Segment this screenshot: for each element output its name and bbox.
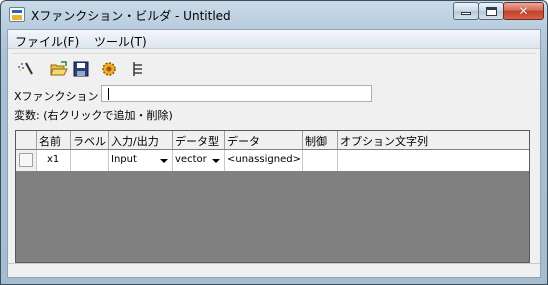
maximize-icon <box>485 6 497 16</box>
menu-file[interactable]: ファイル(F) <box>15 33 79 50</box>
cell-datatype-value: vector <box>175 154 207 165</box>
dropdown-arrow-icon[interactable] <box>212 159 220 163</box>
save-icon <box>73 61 89 77</box>
compile-gear-icon <box>102 62 116 76</box>
app-window: Xファンクション・ビルダ - Untitled ✕ ファイル(F) ツール(T) <box>0 0 548 285</box>
column-header-label[interactable]: ラベル <box>71 131 109 149</box>
column-header-datatype[interactable]: データ型 <box>173 131 225 149</box>
grid-corner[interactable] <box>16 131 37 149</box>
column-header-option-string[interactable]: オプション文字列 <box>338 131 529 149</box>
column-header-data[interactable]: データ <box>225 131 303 149</box>
row-header[interactable] <box>16 150 37 171</box>
status-bar <box>8 263 540 277</box>
xfunction-label: Xファンクション <box>14 90 99 103</box>
new-button[interactable] <box>16 60 34 78</box>
column-header-io[interactable]: 入力/出力 <box>109 131 173 149</box>
new-icon <box>18 62 33 75</box>
menu-bar: ファイル(F) ツール(T) <box>8 30 540 49</box>
cell-label[interactable] <box>71 150 109 171</box>
dropdown-arrow-icon[interactable] <box>160 159 168 163</box>
open-folder-icon <box>50 61 68 76</box>
variables-grid[interactable]: 名前 ラベル 入力/出力 データ型 データ 制御 オプション文字列 x1 Inp… <box>15 130 530 263</box>
minimize-icon <box>461 12 471 15</box>
tree-view-button[interactable] <box>130 60 148 78</box>
save-button[interactable] <box>72 60 90 78</box>
variables-label: 変数: (右クリックで追加・削除) <box>14 109 173 122</box>
grid-header: 名前 ラベル 入力/出力 データ型 データ 制御 オプション文字列 <box>16 131 529 149</box>
cell-option-string[interactable] <box>338 150 529 171</box>
toolbar <box>8 53 540 81</box>
cell-control[interactable] <box>303 150 338 171</box>
cell-data[interactable]: <unassigned> <box>225 150 303 171</box>
compile-button[interactable] <box>100 60 118 78</box>
title-bar[interactable]: Xファンクション・ビルダ - Untitled ✕ <box>1 1 547 29</box>
column-header-name[interactable]: 名前 <box>37 131 71 149</box>
table-row[interactable]: x1 Input vector <unassigned> <box>16 150 529 171</box>
close-button[interactable]: ✕ <box>503 2 544 20</box>
toolbar-divider <box>12 53 536 54</box>
client-area: ファイル(F) ツール(T) Xファンクション 変数: (右クリックで追加・削除… <box>7 29 541 278</box>
window-title: Xファンクション・ビルダ - Untitled <box>31 9 231 23</box>
menu-tools[interactable]: ツール(T) <box>94 33 147 50</box>
maximize-button[interactable] <box>478 2 504 20</box>
column-header-control[interactable]: 制御 <box>303 131 338 149</box>
tree-view-icon <box>133 62 142 76</box>
cell-io-value: Input <box>111 154 137 165</box>
open-button[interactable] <box>50 60 68 78</box>
cell-datatype-dropdown[interactable]: vector <box>173 150 225 171</box>
cell-io-dropdown[interactable]: Input <box>109 150 173 171</box>
text-caret <box>108 88 109 100</box>
close-icon: ✕ <box>518 4 529 18</box>
cell-name[interactable]: x1 <box>37 150 71 171</box>
xfunction-name-input[interactable] <box>101 85 372 102</box>
app-icon <box>9 7 25 22</box>
minimize-button[interactable] <box>453 2 479 20</box>
